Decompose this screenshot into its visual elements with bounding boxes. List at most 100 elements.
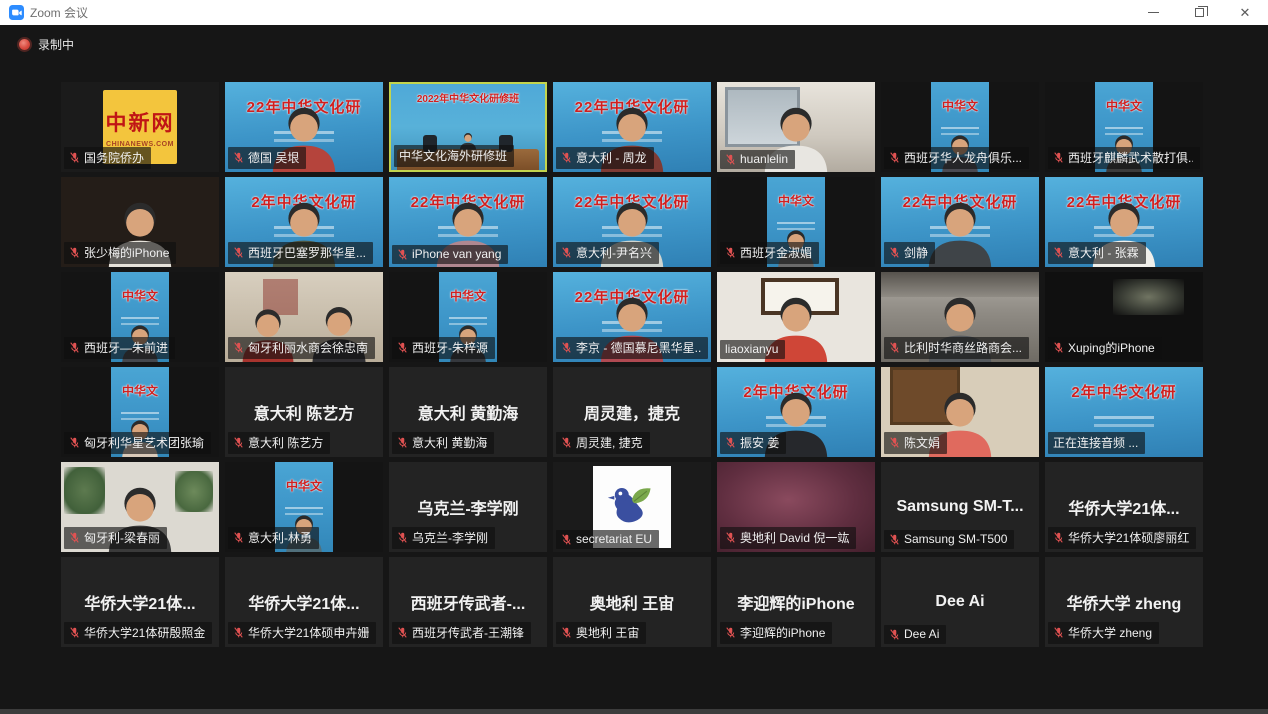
participant-tile[interactable]: 中新网CHINANEWS.COM 国务院侨办 (61, 82, 219, 172)
participant-name: 德国 吴垠 (248, 149, 299, 166)
participant-label: 周灵建, 捷克 (556, 432, 650, 454)
participant-label: 意大利 - 周龙 (556, 147, 654, 169)
participant-tile[interactable]: 2022年中华文化研修班 中华文化海外研修班 (389, 82, 547, 172)
banner-text: 中华文 (439, 287, 497, 304)
participant-tile[interactable]: 陈文娟 (881, 367, 1039, 457)
participant-tile[interactable]: 比利时华商丝路商会... (881, 272, 1039, 362)
participant-label: 华侨大学21体研殷照金 (64, 622, 212, 644)
participant-tile[interactable]: 22年中华文化研 意大利 - 周龙 (553, 82, 711, 172)
participant-label: 匈牙利丽水商会徐忠南 (228, 337, 375, 359)
participant-tile[interactable]: 乌克兰-李学刚 乌克兰-李学刚 (389, 462, 547, 552)
minimize-button[interactable] (1130, 0, 1176, 25)
participant-label: 意大利 陈艺方 (228, 432, 330, 454)
participant-tile[interactable]: 张少梅的iPhone (61, 177, 219, 267)
participant-name: 西班牙传武者-王潮锋 (412, 624, 524, 641)
participant-tile[interactable]: 周灵建，捷克 周灵建, 捷克 (553, 367, 711, 457)
participant-display-name: 华侨大学21体... (248, 590, 359, 614)
participant-tile[interactable]: Dee Ai Dee Ai (881, 557, 1039, 647)
mic-muted-icon (69, 626, 80, 639)
participant-label: 西班牙巴塞罗那华星... (228, 242, 373, 264)
participant-display-name: 华侨大学21体... (84, 590, 195, 614)
participant-label: 意大利 黄勤海 (392, 432, 494, 454)
participant-label: 西班牙传武者-王潮锋 (392, 622, 531, 644)
participant-tile[interactable]: 奥地利 王宙 奥地利 王宙 (553, 557, 711, 647)
participant-tile[interactable]: 22年中华文化研 李京 - 德国慕尼黑华星... (553, 272, 711, 362)
participant-tile[interactable]: 22年中华文化研 剑静 (881, 177, 1039, 267)
participant-label: 剑静 (884, 242, 935, 264)
logo-text-cn: 中新网 (106, 107, 175, 137)
participant-tile[interactable]: liaoxianyu (717, 272, 875, 362)
participant-tile[interactable]: 奥地利 David 倪一竑 (717, 462, 875, 552)
recording-indicator: 录制中 (19, 36, 74, 53)
participant-tile[interactable]: Samsung SM-T... Samsung SM-T500 (881, 462, 1039, 552)
participant-tile[interactable]: 2年中华文化研 振安 姜 (717, 367, 875, 457)
participant-tile[interactable]: 李迎辉的iPhone 李迎辉的iPhone (717, 557, 875, 647)
participant-tile[interactable]: 西班牙传武者-... 西班牙传武者-王潮锋 (389, 557, 547, 647)
participant-tile[interactable]: 22年中华文化研 意大利 - 张霖 (1045, 177, 1203, 267)
participant-tile[interactable]: 中华文 西班牙金淑媚 (717, 177, 875, 267)
participant-tile[interactable]: 中华文 西班牙-朱梓源 (389, 272, 547, 362)
participant-tile[interactable]: 22年中华文化研 德国 吴垠 (225, 82, 383, 172)
close-button[interactable]: ✕ (1222, 0, 1268, 25)
participant-tile[interactable]: 华侨大学21体... 华侨大学21体硕廖丽红 (1045, 462, 1203, 552)
participant-name: 陈文娟 (904, 434, 940, 451)
participant-tile[interactable]: 匈牙利-梁春丽 (61, 462, 219, 552)
mic-muted-icon (69, 436, 80, 449)
mic-muted-icon (725, 626, 736, 639)
mic-muted-icon (561, 436, 572, 449)
participant-tile[interactable]: 华侨大学21体... 华侨大学21体研殷照金 (61, 557, 219, 647)
participant-name: 西班牙金淑媚 (740, 244, 812, 261)
participant-display-name: 李迎辉的iPhone (737, 590, 854, 614)
zoom-app-icon (9, 5, 24, 20)
participant-tile[interactable]: 意大利 黄勤海 意大利 黄勤海 (389, 367, 547, 457)
participant-label: 西班牙金淑媚 (720, 242, 819, 264)
mic-muted-icon (561, 626, 572, 639)
participant-display-name: 周灵建，捷克 (584, 400, 680, 424)
participant-name: 意大利 陈艺方 (248, 434, 323, 451)
participant-label: 振安 姜 (720, 432, 786, 454)
participant-tile[interactable]: 中华文 西班牙—朱前进 (61, 272, 219, 362)
participant-name: 西班牙巴塞罗那华星... (248, 244, 366, 261)
participant-tile[interactable]: 2年中华文化研 西班牙巴塞罗那华星... (225, 177, 383, 267)
participant-tile[interactable]: 意大利 陈艺方 意大利 陈艺方 (225, 367, 383, 457)
participant-name: 奥地利 David 倪一竑 (740, 529, 849, 546)
banner-text: 2年中华文化研 (1045, 381, 1203, 402)
participant-tile[interactable]: 中华文 西班牙华人龙舟俱乐... (881, 82, 1039, 172)
participant-tile[interactable]: 华侨大学21体... 华侨大学21体硕申卉姗 (225, 557, 383, 647)
participant-label: 西班牙—朱前进 (64, 337, 175, 359)
participant-name: 华侨大学21体硕申卉姗 (248, 624, 369, 641)
participant-tile[interactable]: 中华文 西班牙麒麟武术散打俱... (1045, 82, 1203, 172)
participant-tile[interactable]: huanlelin (717, 82, 875, 172)
participant-label: 张少梅的iPhone (64, 242, 176, 264)
participant-label: 正在连接音频 ... (1048, 432, 1145, 454)
participant-display-name: 意大利 陈艺方 (254, 400, 354, 424)
participant-tile[interactable]: 22年中华文化研 意大利-尹名兴 (553, 177, 711, 267)
participant-label: 李迎辉的iPhone (720, 622, 832, 644)
participant-label: Xuping的iPhone (1048, 337, 1162, 359)
banner-text: 中华文 (275, 477, 333, 494)
banner-text: 中华文 (111, 382, 169, 399)
mic-muted-icon (561, 533, 572, 546)
restore-button[interactable] (1176, 0, 1222, 25)
participant-tile[interactable]: Xuping的iPhone (1045, 272, 1203, 362)
participant-name: 张少梅的iPhone (84, 244, 169, 261)
mic-muted-icon (725, 436, 736, 449)
participant-tile[interactable]: 华侨大学 zheng 华侨大学 zheng (1045, 557, 1203, 647)
participant-tile[interactable]: secretariat EU (553, 462, 711, 552)
mic-muted-icon (1053, 246, 1064, 259)
participant-tile[interactable]: 中华文 意大利-林勇 (225, 462, 383, 552)
participant-tile[interactable]: 中华文 匈牙利华星艺术团张瑜 (61, 367, 219, 457)
banner-text: 2022年中华文化研修班 (391, 90, 545, 105)
mic-muted-icon (397, 626, 408, 639)
close-icon: ✕ (1240, 6, 1251, 19)
participant-tile[interactable]: 22年中华文化研 iPhone van yang (389, 177, 547, 267)
mic-muted-icon (1053, 626, 1064, 639)
window-title: Zoom 会议 (30, 4, 88, 21)
participant-tile[interactable]: 2年中华文化研 正在连接音频 ... (1045, 367, 1203, 457)
participant-name: 正在连接音频 ... (1053, 434, 1138, 451)
participant-name: 中华文化海外研修班 (399, 147, 507, 164)
participant-name: 西班牙麒麟武术散打俱... (1068, 149, 1193, 166)
mic-muted-icon (69, 151, 80, 164)
participant-tile[interactable]: 匈牙利丽水商会徐忠南 (225, 272, 383, 362)
participant-label: 奥地利 David 倪一竑 (720, 527, 856, 549)
